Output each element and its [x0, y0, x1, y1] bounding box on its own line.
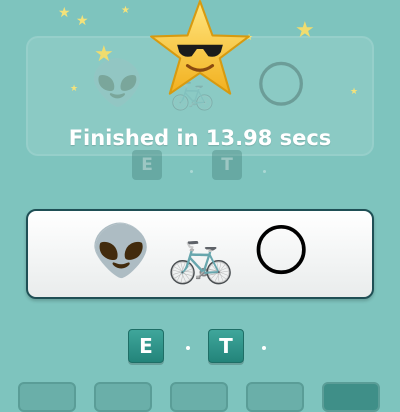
keyboard-key[interactable] — [94, 382, 152, 412]
answer-blank[interactable] — [262, 346, 266, 350]
keyboard-key[interactable] — [170, 382, 228, 412]
background-answer-blank — [263, 170, 266, 173]
background-answer-blank — [190, 170, 193, 173]
sparkle-star-icon: ★ — [70, 84, 79, 94]
star-with-sunglasses-icon — [150, 0, 250, 95]
background-answer-tile: T — [212, 150, 242, 180]
bicycle-icon: 🚲 — [167, 223, 235, 286]
sparkle-star-icon: ★ — [121, 5, 130, 16]
answer-tile[interactable]: T — [208, 329, 244, 363]
sparkle-star-icon: ★ — [76, 13, 89, 29]
sparkle-star-icon: ★ — [58, 5, 71, 21]
finish-time-message: Finished in 13.98 secs — [68, 126, 332, 150]
keyboard-key[interactable] — [322, 382, 380, 412]
full-moon-icon: 🌕 — [252, 219, 311, 284]
keyboard-key[interactable] — [246, 382, 304, 412]
background-answer-tile: E — [132, 150, 162, 180]
keyboard-key[interactable] — [18, 382, 76, 412]
sparkle-star-icon: ★ — [295, 18, 315, 43]
alien-icon: 👽 — [90, 222, 153, 280]
background-moon-icon: 🌕 — [255, 56, 308, 114]
answer-tile[interactable]: E — [128, 329, 164, 363]
background-alien-icon: 👽 — [90, 58, 145, 109]
sparkle-star-icon: ★ — [94, 42, 114, 67]
sparkle-star-icon: ★ — [350, 87, 359, 97]
answer-blank[interactable] — [186, 346, 190, 350]
